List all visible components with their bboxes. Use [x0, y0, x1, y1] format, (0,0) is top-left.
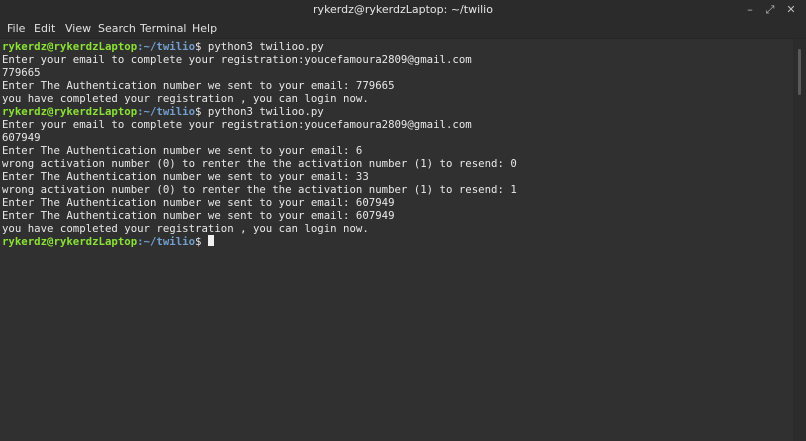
output-line: Enter your email to complete your regist… [2, 118, 472, 131]
close-icon[interactable]: ✕ [783, 2, 799, 18]
scrollbar[interactable] [793, 39, 806, 441]
menu-file[interactable]: File [7, 22, 25, 36]
output-line: you have completed your registration , y… [2, 92, 369, 105]
prompt-path: :~/twilio [137, 40, 196, 53]
output-line: Enter The Authentication number we sent … [2, 196, 395, 209]
output-line: Enter The Authentication number we sent … [2, 170, 369, 183]
prompt-command: python3 twilioo.py [207, 105, 324, 118]
title-bar[interactable]: rykerdz@rykerdzLaptop: ~/twilio – ⤢ ✕ [0, 0, 806, 20]
scrollbar-thumb[interactable] [798, 49, 801, 95]
menu-search[interactable]: Search [98, 22, 136, 36]
prompt-line: rykerdz@rykerdzLaptop:~/twilio$ [2, 235, 214, 248]
prompt-symbol: $ [195, 235, 208, 248]
prompt-path: :~/twilio [137, 235, 196, 248]
prompt-command: python3 twilioo.py [207, 40, 324, 53]
prompt-symbol: $ [195, 105, 208, 118]
output-line: Enter The Authentication number we sent … [2, 79, 395, 92]
minimize-icon[interactable]: – [742, 2, 758, 18]
terminal-window: rykerdz@rykerdzLaptop: ~/twilio – ⤢ ✕ Fi… [0, 0, 806, 441]
output-line: 779665 [2, 66, 41, 79]
text-cursor [207, 235, 214, 246]
maximize-icon[interactable]: ⤢ [762, 2, 778, 18]
menu-help[interactable]: Help [192, 22, 217, 36]
prompt-user: rykerdz@rykerdzLaptop [2, 235, 138, 248]
menu-view[interactable]: View [65, 22, 91, 36]
output-line: Enter The Authentication number we sent … [2, 144, 363, 157]
prompt-symbol: $ [195, 40, 208, 53]
prompt-user: rykerdz@rykerdzLaptop [2, 105, 138, 118]
output-line: wrong activation number (0) to renter th… [2, 157, 517, 170]
menu-bar: File Edit View Search Terminal Help [0, 20, 806, 39]
menu-terminal[interactable]: Terminal [140, 22, 187, 36]
output-line: wrong activation number (0) to renter th… [2, 183, 517, 196]
window-title: rykerdz@rykerdzLaptop: ~/twilio [313, 3, 493, 16]
output-line: Enter The Authentication number we sent … [2, 209, 395, 222]
output-line: 607949 [2, 131, 41, 144]
prompt-line: rykerdz@rykerdzLaptop:~/twilio$ python3 … [2, 105, 324, 118]
output-line: you have completed your registration , y… [2, 222, 369, 235]
menu-edit[interactable]: Edit [34, 22, 55, 36]
prompt-path: :~/twilio [137, 105, 196, 118]
prompt-line: rykerdz@rykerdzLaptop:~/twilio$ python3 … [2, 40, 324, 53]
output-line: Enter your email to complete your regist… [2, 53, 472, 66]
prompt-user: rykerdz@rykerdzLaptop [2, 40, 138, 53]
terminal-output[interactable]: rykerdz@rykerdzLaptop:~/twilio$ python3 … [0, 39, 793, 441]
